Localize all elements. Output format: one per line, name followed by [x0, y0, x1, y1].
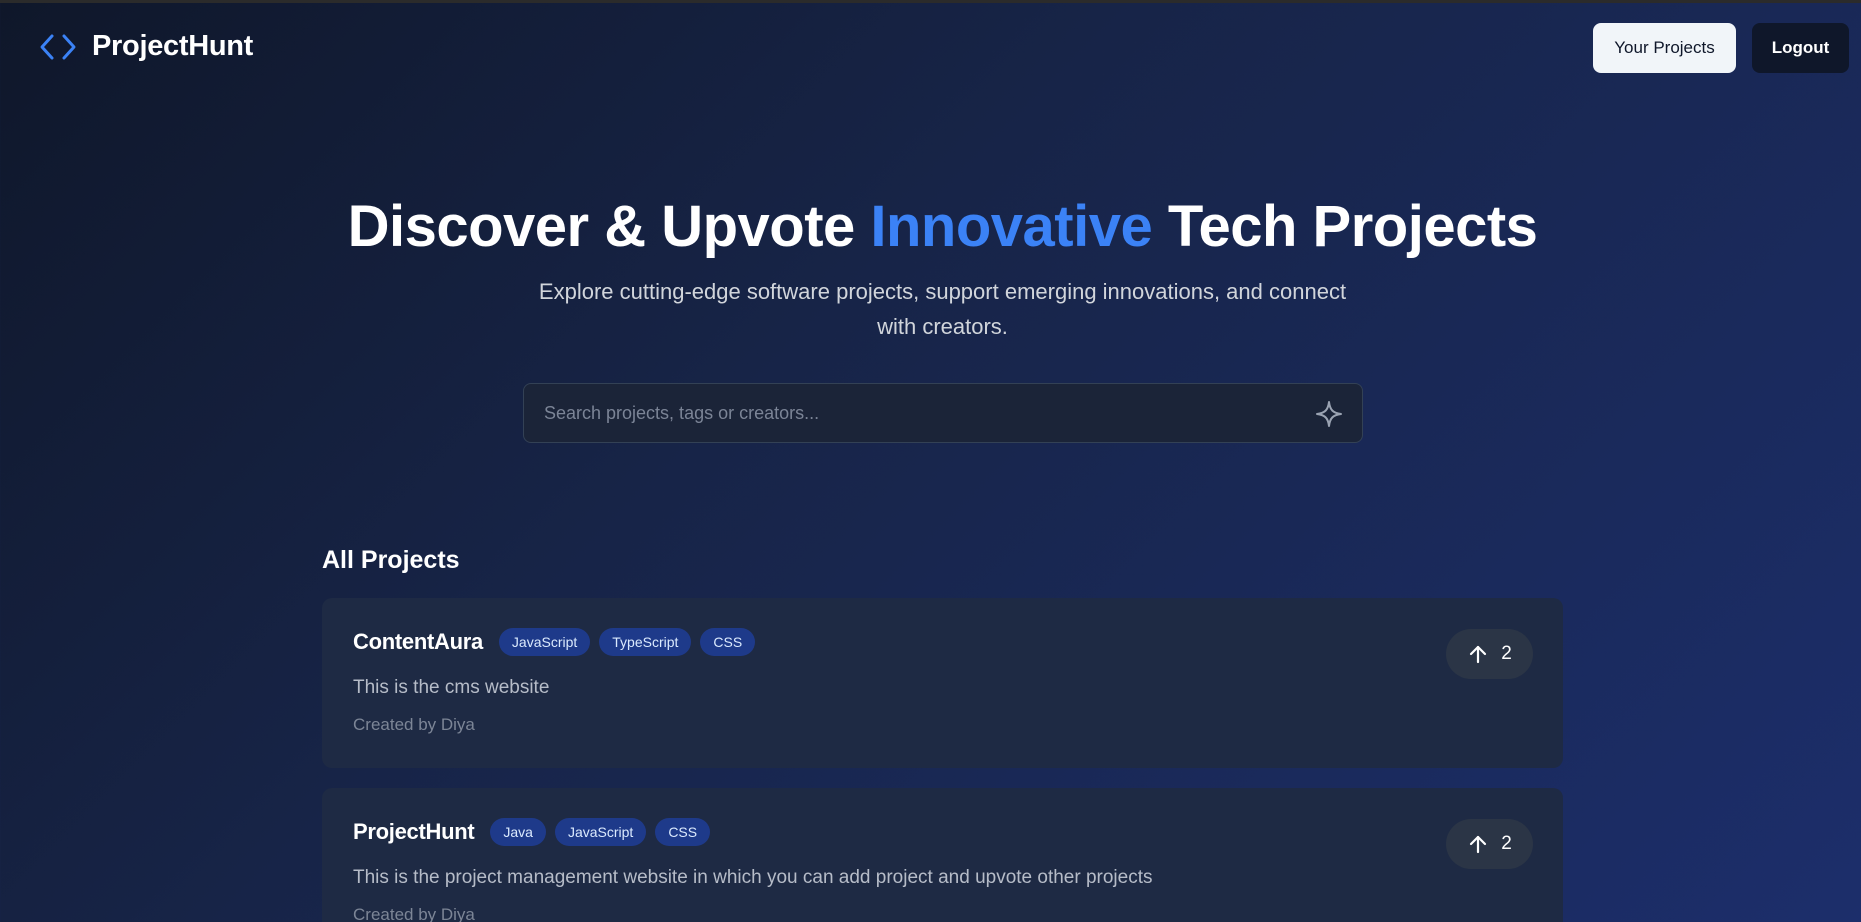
project-tag[interactable]: CSS	[700, 628, 756, 656]
project-tag[interactable]: JavaScript	[498, 628, 591, 656]
project-tag[interactable]: JavaScript	[554, 818, 647, 846]
hero-title-accent: Innovative	[870, 194, 1153, 259]
hero-title-part1: Discover & Upvote	[347, 194, 871, 259]
project-card[interactable]: ProjectHunt Java JavaScript CSS This is …	[322, 788, 1563, 922]
upvote-button[interactable]: 2	[1446, 629, 1533, 679]
top-navbar: ProjectHunt Your Projects Logout	[0, 0, 1861, 98]
logout-button[interactable]: Logout	[1752, 23, 1849, 73]
sparkle-icon[interactable]	[1314, 399, 1344, 429]
arrow-up-icon	[1467, 643, 1489, 665]
project-card[interactable]: ContentAura JavaScript TypeScript CSS Th…	[322, 598, 1563, 768]
upvote-button[interactable]: 2	[1446, 819, 1533, 869]
project-tag[interactable]: CSS	[655, 818, 711, 846]
project-tag[interactable]: Java	[490, 818, 546, 846]
brand-name: ProjectHunt	[92, 30, 254, 62]
project-card-header: ContentAura JavaScript TypeScript CSS	[353, 628, 756, 656]
arrow-up-icon	[1467, 833, 1489, 855]
project-creator: Created by Diya	[353, 905, 475, 922]
vote-count: 2	[1501, 643, 1512, 664]
brand-logo[interactable]: ProjectHunt	[38, 30, 253, 63]
project-title[interactable]: ContentAura	[353, 629, 483, 655]
project-title[interactable]: ProjectHunt	[353, 819, 475, 845]
vote-count: 2	[1501, 833, 1512, 854]
project-card-header: ProjectHunt Java JavaScript CSS	[353, 818, 711, 846]
hero-title-part2: Tech Projects	[1152, 194, 1538, 259]
search-bar	[523, 383, 1363, 443]
hero-title: Discover & Upvote Innovative Tech Projec…	[0, 192, 1861, 262]
project-creator: Created by Diya	[353, 715, 475, 734]
search-input[interactable]	[524, 384, 1294, 442]
your-projects-button[interactable]: Your Projects	[1593, 23, 1736, 73]
project-description: This is the cms website	[353, 677, 550, 698]
project-description: This is the project management website i…	[353, 867, 1153, 888]
section-title: All Projects	[322, 546, 460, 574]
hero-subtitle: Explore cutting-edge software projects, …	[538, 279, 1347, 339]
code-brackets-icon	[38, 31, 78, 63]
project-tag[interactable]: TypeScript	[599, 628, 692, 656]
